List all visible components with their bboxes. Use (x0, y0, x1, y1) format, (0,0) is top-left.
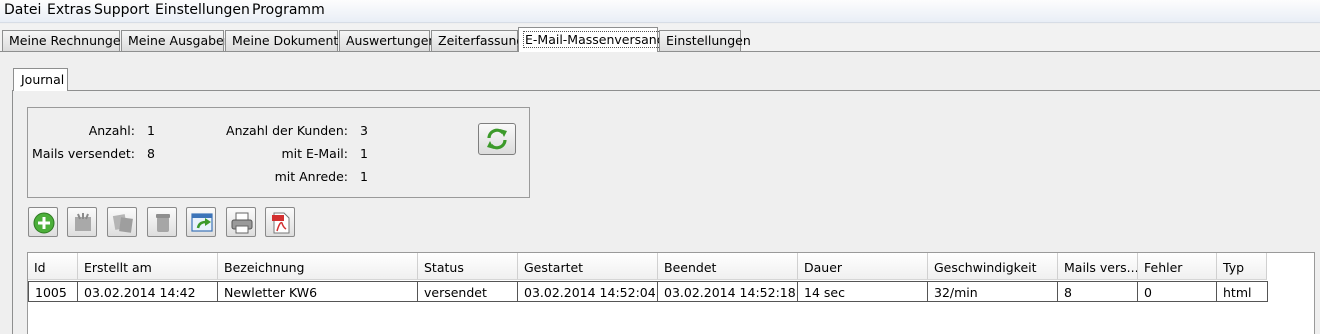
table-cell-typ[interactable]: html (1217, 281, 1268, 302)
menu-bar: Datei Extras Support Einstellungen Progr… (0, 0, 1320, 23)
tab-meine-rechnungen[interactable]: Meine Rechnungen (2, 30, 128, 51)
column-header-bezeichnung[interactable]: Bezeichnung (218, 253, 418, 280)
tab-label: Zeiterfassung (438, 33, 525, 48)
table-cell-id[interactable]: 1005 (28, 281, 78, 302)
table-cell-dauer[interactable]: 14 sec (798, 281, 928, 302)
add-icon (33, 212, 55, 234)
column-header-fehler[interactable]: Fehler (1138, 253, 1217, 280)
table-cell-bezeichnung[interactable]: Newletter KW6 (218, 281, 418, 302)
mit-email-label: mit E-Mail: (281, 146, 348, 161)
column-header-gestartet[interactable]: Gestartet (518, 253, 658, 280)
tab-label: Meine Ausgaben (128, 33, 232, 48)
copy-button[interactable] (107, 207, 137, 237)
anzahl-value: 1 (147, 123, 155, 138)
journal-table: Id Erstellt am Bezeichnung Status Gestar… (27, 252, 1315, 334)
column-header-erstellt-am[interactable]: Erstellt am (78, 253, 218, 280)
anzahl-kunden-value: 3 (360, 123, 368, 138)
export-icon (191, 213, 213, 232)
add-button[interactable] (28, 207, 58, 237)
column-header-beendet[interactable]: Beendet (658, 253, 798, 280)
tab-label: Journal (21, 72, 65, 87)
edit-button[interactable] (67, 207, 97, 237)
tab-label: Meine Rechnungen (9, 33, 129, 48)
table-cell-beendet[interactable]: 03.02.2014 14:52:18 (658, 281, 798, 302)
tab-label: Meine Dokumente (232, 33, 346, 48)
mit-email-value: 1 (360, 146, 368, 161)
menu-programm[interactable]: Programm (252, 2, 325, 18)
menu-datei[interactable]: Datei (4, 2, 41, 18)
menu-support[interactable]: Support (94, 2, 149, 18)
tab-auswertungen[interactable]: Auswertungen (339, 30, 436, 51)
mails-versendet-value: 8 (147, 146, 155, 161)
column-header-id[interactable]: Id (28, 253, 78, 280)
table-cell-gestartet[interactable]: 03.02.2014 14:52:04 (518, 281, 658, 302)
tab-journal[interactable]: Journal (13, 68, 68, 91)
tab-label: Einstellungen (666, 33, 751, 48)
pdf-icon (272, 212, 290, 234)
column-header-status[interactable]: Status (418, 253, 518, 280)
column-header-typ[interactable]: Typ (1217, 253, 1267, 280)
table-cell-geschwindigkeit[interactable]: 32/min (928, 281, 1058, 302)
mit-anrede-value: 1 (360, 169, 368, 184)
refresh-icon (487, 128, 507, 150)
tab-e-mail-massenversand[interactable]: E-Mail-Massenversand (518, 27, 667, 52)
table-cell-fehler[interactable]: 0 (1138, 281, 1217, 302)
column-header-dauer[interactable]: Dauer (798, 253, 928, 280)
copy-icon (112, 214, 133, 233)
table-cell-erstellt-am[interactable]: 03.02.2014 14:42 (78, 281, 218, 302)
anzahl-kunden-label: Anzahl der Kunden: (226, 123, 348, 138)
export-button[interactable] (186, 207, 216, 237)
refresh-button[interactable] (478, 123, 516, 155)
print-button[interactable] (226, 207, 256, 237)
pdf-export-button[interactable] (265, 207, 295, 237)
edit-icon (75, 213, 91, 231)
menu-extras[interactable]: Extras (47, 2, 91, 18)
column-header-mails-versendet[interactable]: Mails vers... (1058, 253, 1138, 280)
delete-button[interactable] (147, 207, 177, 237)
tab-meine-dokumente[interactable]: Meine Dokumente (225, 30, 346, 51)
column-header-geschwindigkeit[interactable]: Geschwindigkeit (928, 253, 1058, 280)
tab-zeiterfassung[interactable]: Zeiterfassung (431, 30, 524, 51)
anzahl-label: Anzahl: (88, 123, 135, 138)
tab-einstellungen[interactable]: Einstellungen (659, 30, 751, 51)
tab-label: E-Mail-Massenversand (523, 31, 667, 48)
tab-meine-ausgaben[interactable]: Meine Ausgaben (121, 30, 232, 51)
table-cell-status[interactable]: versendet (418, 281, 518, 302)
tab-label: Auswertungen (346, 33, 437, 48)
delete-icon (156, 214, 170, 232)
mails-versendet-label: Mails versendet: (32, 146, 135, 161)
printer-icon (231, 212, 253, 234)
tab-divider (0, 51, 1320, 52)
menu-einstellungen[interactable]: Einstellungen (155, 2, 250, 18)
table-cell-mails-versendet[interactable]: 8 (1058, 281, 1138, 302)
mit-anrede-label: mit Anrede: (274, 169, 348, 184)
